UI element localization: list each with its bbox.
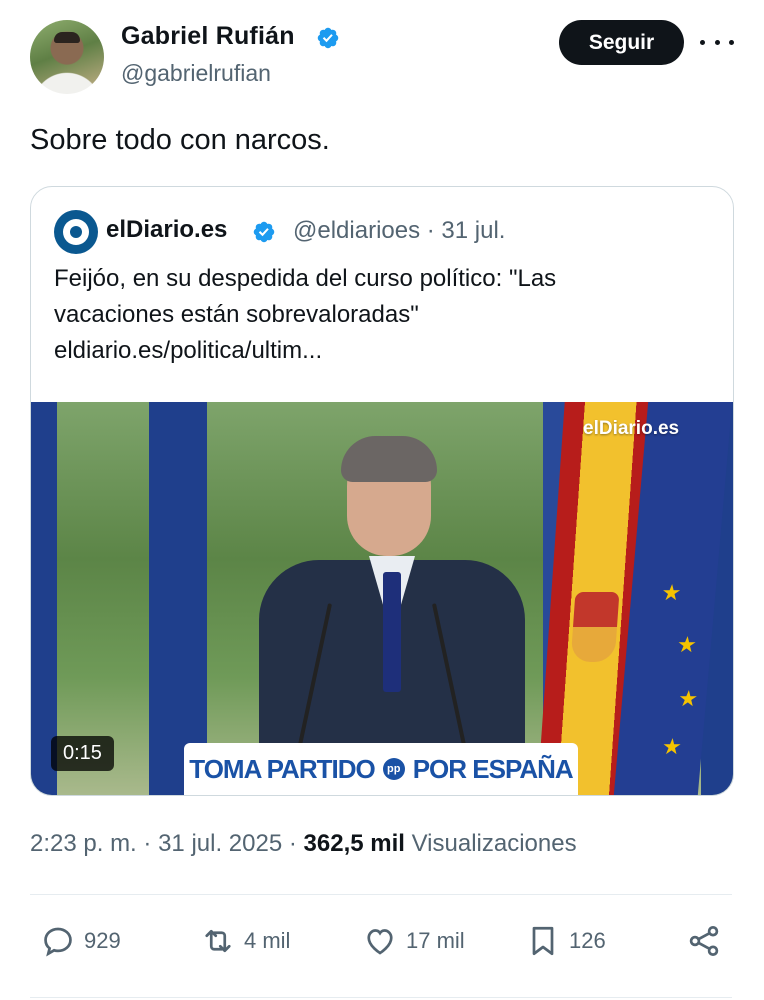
podium-text: POR ESPAÑA [412, 753, 574, 784]
reply-button[interactable]: 929 [40, 920, 121, 962]
quoted-text-line: vacaciones están sobrevaloradas" [54, 301, 419, 328]
divider [30, 894, 732, 895]
quoted-link[interactable]: eldiario.es/politica/ultim... [54, 333, 704, 369]
avatar-hair [54, 32, 80, 43]
quoted-verified-badge-icon [253, 221, 275, 243]
more-options-icon[interactable] [700, 28, 734, 56]
repost-button[interactable]: 4 mil [200, 920, 290, 962]
podium-text: TOMA PARTIDO [189, 753, 375, 784]
verified-badge-icon [317, 27, 339, 49]
podium-banner: TOMA PARTIDO pp POR ESPAÑA [184, 743, 578, 795]
tweet-date[interactable]: 31 jul. 2025 [158, 830, 282, 857]
quoted-text: Feijóo, en su despedida del curso políti… [54, 261, 704, 369]
views-count: 362,5 mil [303, 830, 405, 857]
author-avatar[interactable] [30, 20, 104, 94]
views-label: Visualizaciones [411, 830, 577, 857]
separator: · [143, 830, 159, 857]
author-name[interactable]: Gabriel Rufián [121, 22, 295, 51]
bookmark-count: 126 [569, 928, 606, 953]
follow-button[interactable]: Seguir [559, 20, 684, 65]
separator: · [288, 830, 304, 857]
divider [30, 997, 732, 998]
quoted-tweet-card[interactable]: elDiario.es @eldiarioes · 31 jul. Feijóo… [30, 186, 734, 796]
tweet-meta: 2:23 p. m. · 31 jul. 2025 · 362,5 mil Vi… [30, 830, 577, 858]
heart-icon [367, 929, 393, 955]
quoted-handle-date: @eldiarioes · 31 jul. [293, 217, 506, 244]
share-button[interactable] [686, 920, 722, 962]
reply-icon [44, 927, 72, 957]
video-watermark: elDiario.es [583, 418, 680, 439]
author-handle[interactable]: @gabrielrufian [121, 60, 271, 87]
like-button[interactable]: 17 mil [362, 920, 465, 962]
share-icon [689, 926, 719, 956]
repost-count: 4 mil [244, 928, 291, 953]
bookmark-icon [532, 926, 554, 956]
quoted-author-name[interactable]: elDiario.es [106, 216, 227, 244]
video-duration-badge: 0:15 [51, 736, 114, 771]
eldiario-logo-icon[interactable] [54, 210, 98, 254]
tweet-time[interactable]: 2:23 p. m. [30, 830, 137, 857]
pp-logo-icon: pp [382, 758, 405, 780]
bookmark-button[interactable]: 126 [525, 920, 606, 962]
reply-count: 929 [84, 928, 121, 953]
like-count: 17 mil [406, 928, 465, 953]
quoted-text-line: Feijóo, en su despedida del curso políti… [54, 265, 557, 292]
tweet-text: Sobre todo con narcos. [30, 124, 330, 156]
video-thumbnail[interactable]: ★ ★ ★ ★ TOMA PARTIDO pp POR ESPAÑA elDia… [31, 402, 733, 795]
background-pillar [149, 402, 207, 795]
repost-icon [205, 929, 231, 953]
